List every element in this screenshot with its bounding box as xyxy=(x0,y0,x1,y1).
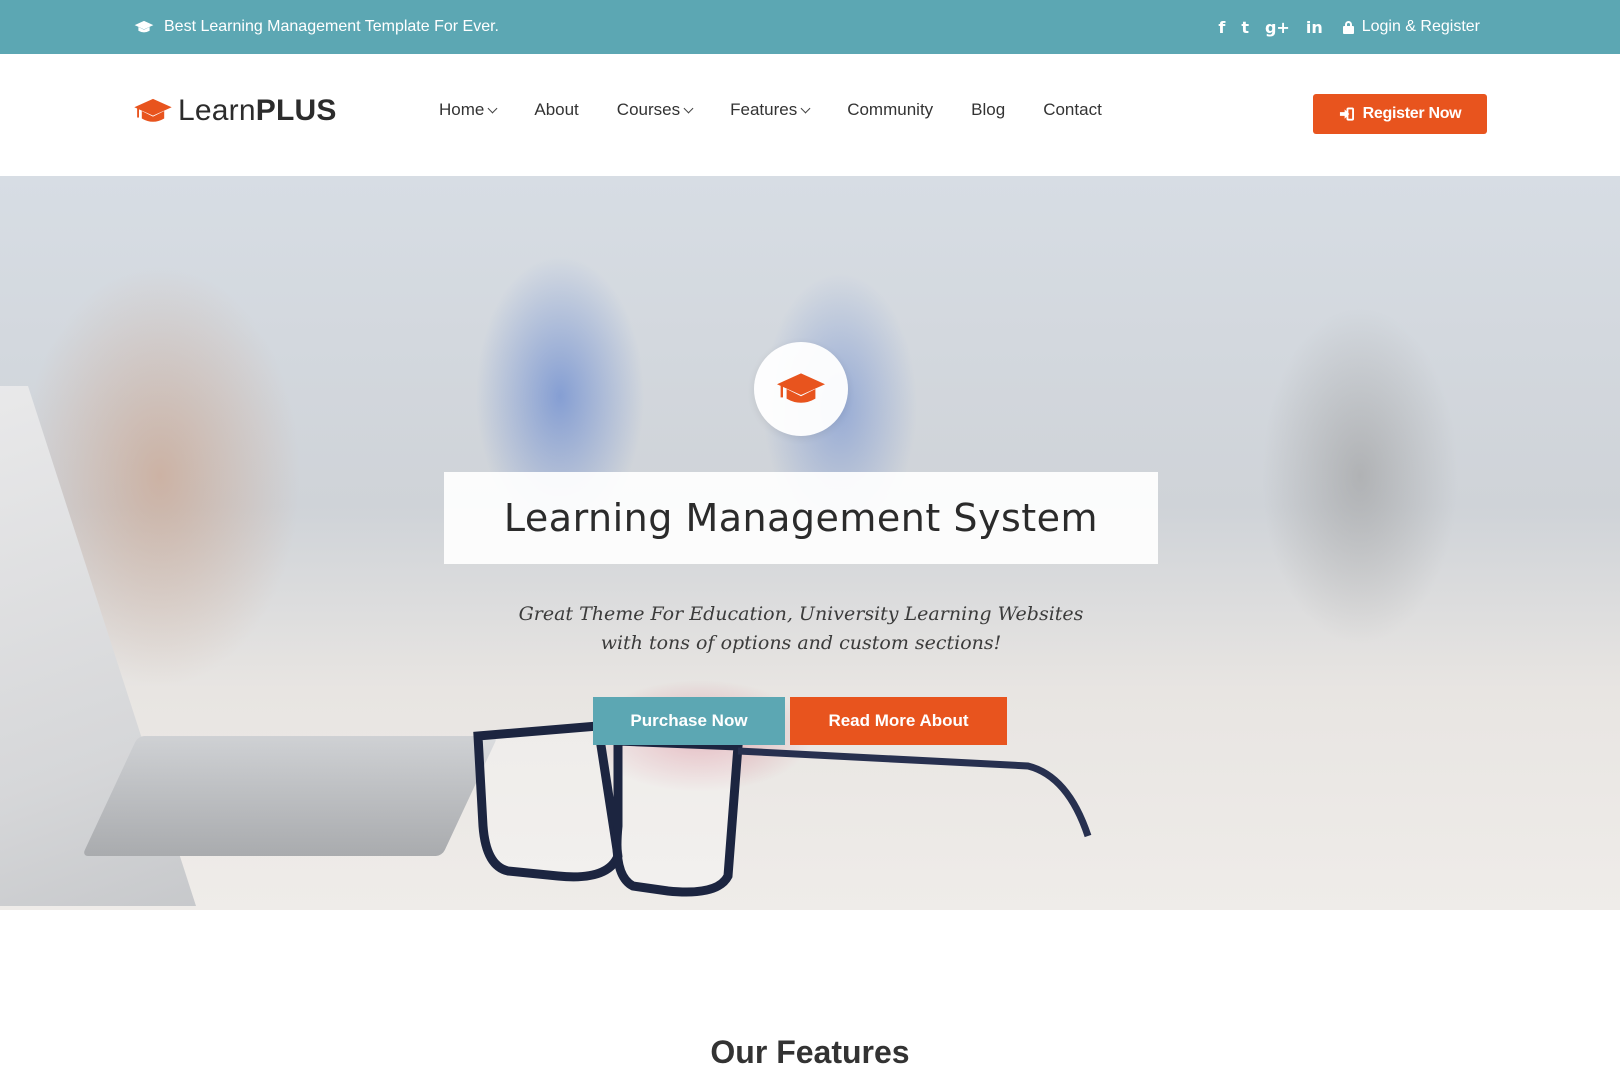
hero-title: Learning Management System xyxy=(503,496,1099,540)
google-plus-icon[interactable]: g+ xyxy=(1265,18,1290,37)
twitter-icon[interactable]: t xyxy=(1241,18,1249,37)
nav-item-label: About xyxy=(534,100,579,119)
register-now-button[interactable]: Register Now xyxy=(1313,94,1487,134)
features-heading: Our Features xyxy=(710,1034,910,1070)
login-register-label: Login & Register xyxy=(1361,18,1480,35)
topbar-tagline-group: Best Learning Management Template For Ev… xyxy=(134,0,499,54)
hero-subtitle-line-1: Great Theme For Education, University Le… xyxy=(518,603,1084,625)
logo-text-light: Learn xyxy=(178,94,256,127)
nav-item-label: Blog xyxy=(971,100,1006,119)
sign-in-icon xyxy=(1339,107,1354,121)
nav-item-label: Contact xyxy=(1043,100,1102,119)
register-now-label: Register Now xyxy=(1362,105,1462,122)
nav-item-about[interactable]: About xyxy=(534,100,578,120)
hero-background-laptop-base xyxy=(82,736,498,856)
hero-title-box: Learning Management System xyxy=(444,472,1158,564)
nav-item-label: Home xyxy=(439,100,485,119)
nav-item-label: Community xyxy=(847,100,934,119)
site-header: LearnPLUS Home About Courses Features Co… xyxy=(0,54,1620,176)
topbar-links: f t g+ in Login & Register xyxy=(1218,0,1480,54)
logo-text: LearnPLUS xyxy=(178,94,337,128)
nav-item-home[interactable]: Home xyxy=(439,100,498,120)
nav-item-label: Features xyxy=(730,100,798,119)
purchase-now-button[interactable]: Purchase Now xyxy=(593,697,785,745)
read-more-button[interactable]: Read More About xyxy=(790,697,1007,745)
login-register-link[interactable]: Login & Register xyxy=(1342,18,1480,36)
top-bar: Best Learning Management Template For Ev… xyxy=(0,0,1620,54)
facebook-icon[interactable]: f xyxy=(1218,18,1225,37)
chevron-down-icon xyxy=(800,103,811,113)
chevron-down-icon xyxy=(487,103,498,113)
linkedin-icon[interactable]: in xyxy=(1306,18,1323,37)
lock-icon xyxy=(1342,20,1354,34)
hero-cap-badge xyxy=(754,342,848,436)
site-logo[interactable]: LearnPLUS xyxy=(134,94,337,128)
nav-item-label: Courses xyxy=(616,100,681,119)
chevron-down-icon xyxy=(683,103,694,113)
logo-text-bold: PLUS xyxy=(255,94,337,127)
graduation-cap-icon xyxy=(134,20,154,33)
hero-subtitle-line-2: with tons of options and custom sections… xyxy=(600,632,1002,654)
nav-item-blog[interactable]: Blog xyxy=(971,100,1005,120)
nav-item-courses[interactable]: Courses xyxy=(616,100,694,120)
nav-item-community[interactable]: Community xyxy=(847,100,933,120)
graduation-cap-icon xyxy=(777,373,825,403)
topbar-tagline: Best Learning Management Template For Ev… xyxy=(164,18,499,35)
graduation-cap-icon xyxy=(134,98,172,122)
main-nav: Home About Courses Features Community Bl… xyxy=(439,100,1102,120)
hero-subtitle: Great Theme For Education, University Le… xyxy=(444,600,1158,658)
nav-item-features[interactable]: Features xyxy=(730,100,811,120)
nav-item-contact[interactable]: Contact xyxy=(1043,100,1102,120)
